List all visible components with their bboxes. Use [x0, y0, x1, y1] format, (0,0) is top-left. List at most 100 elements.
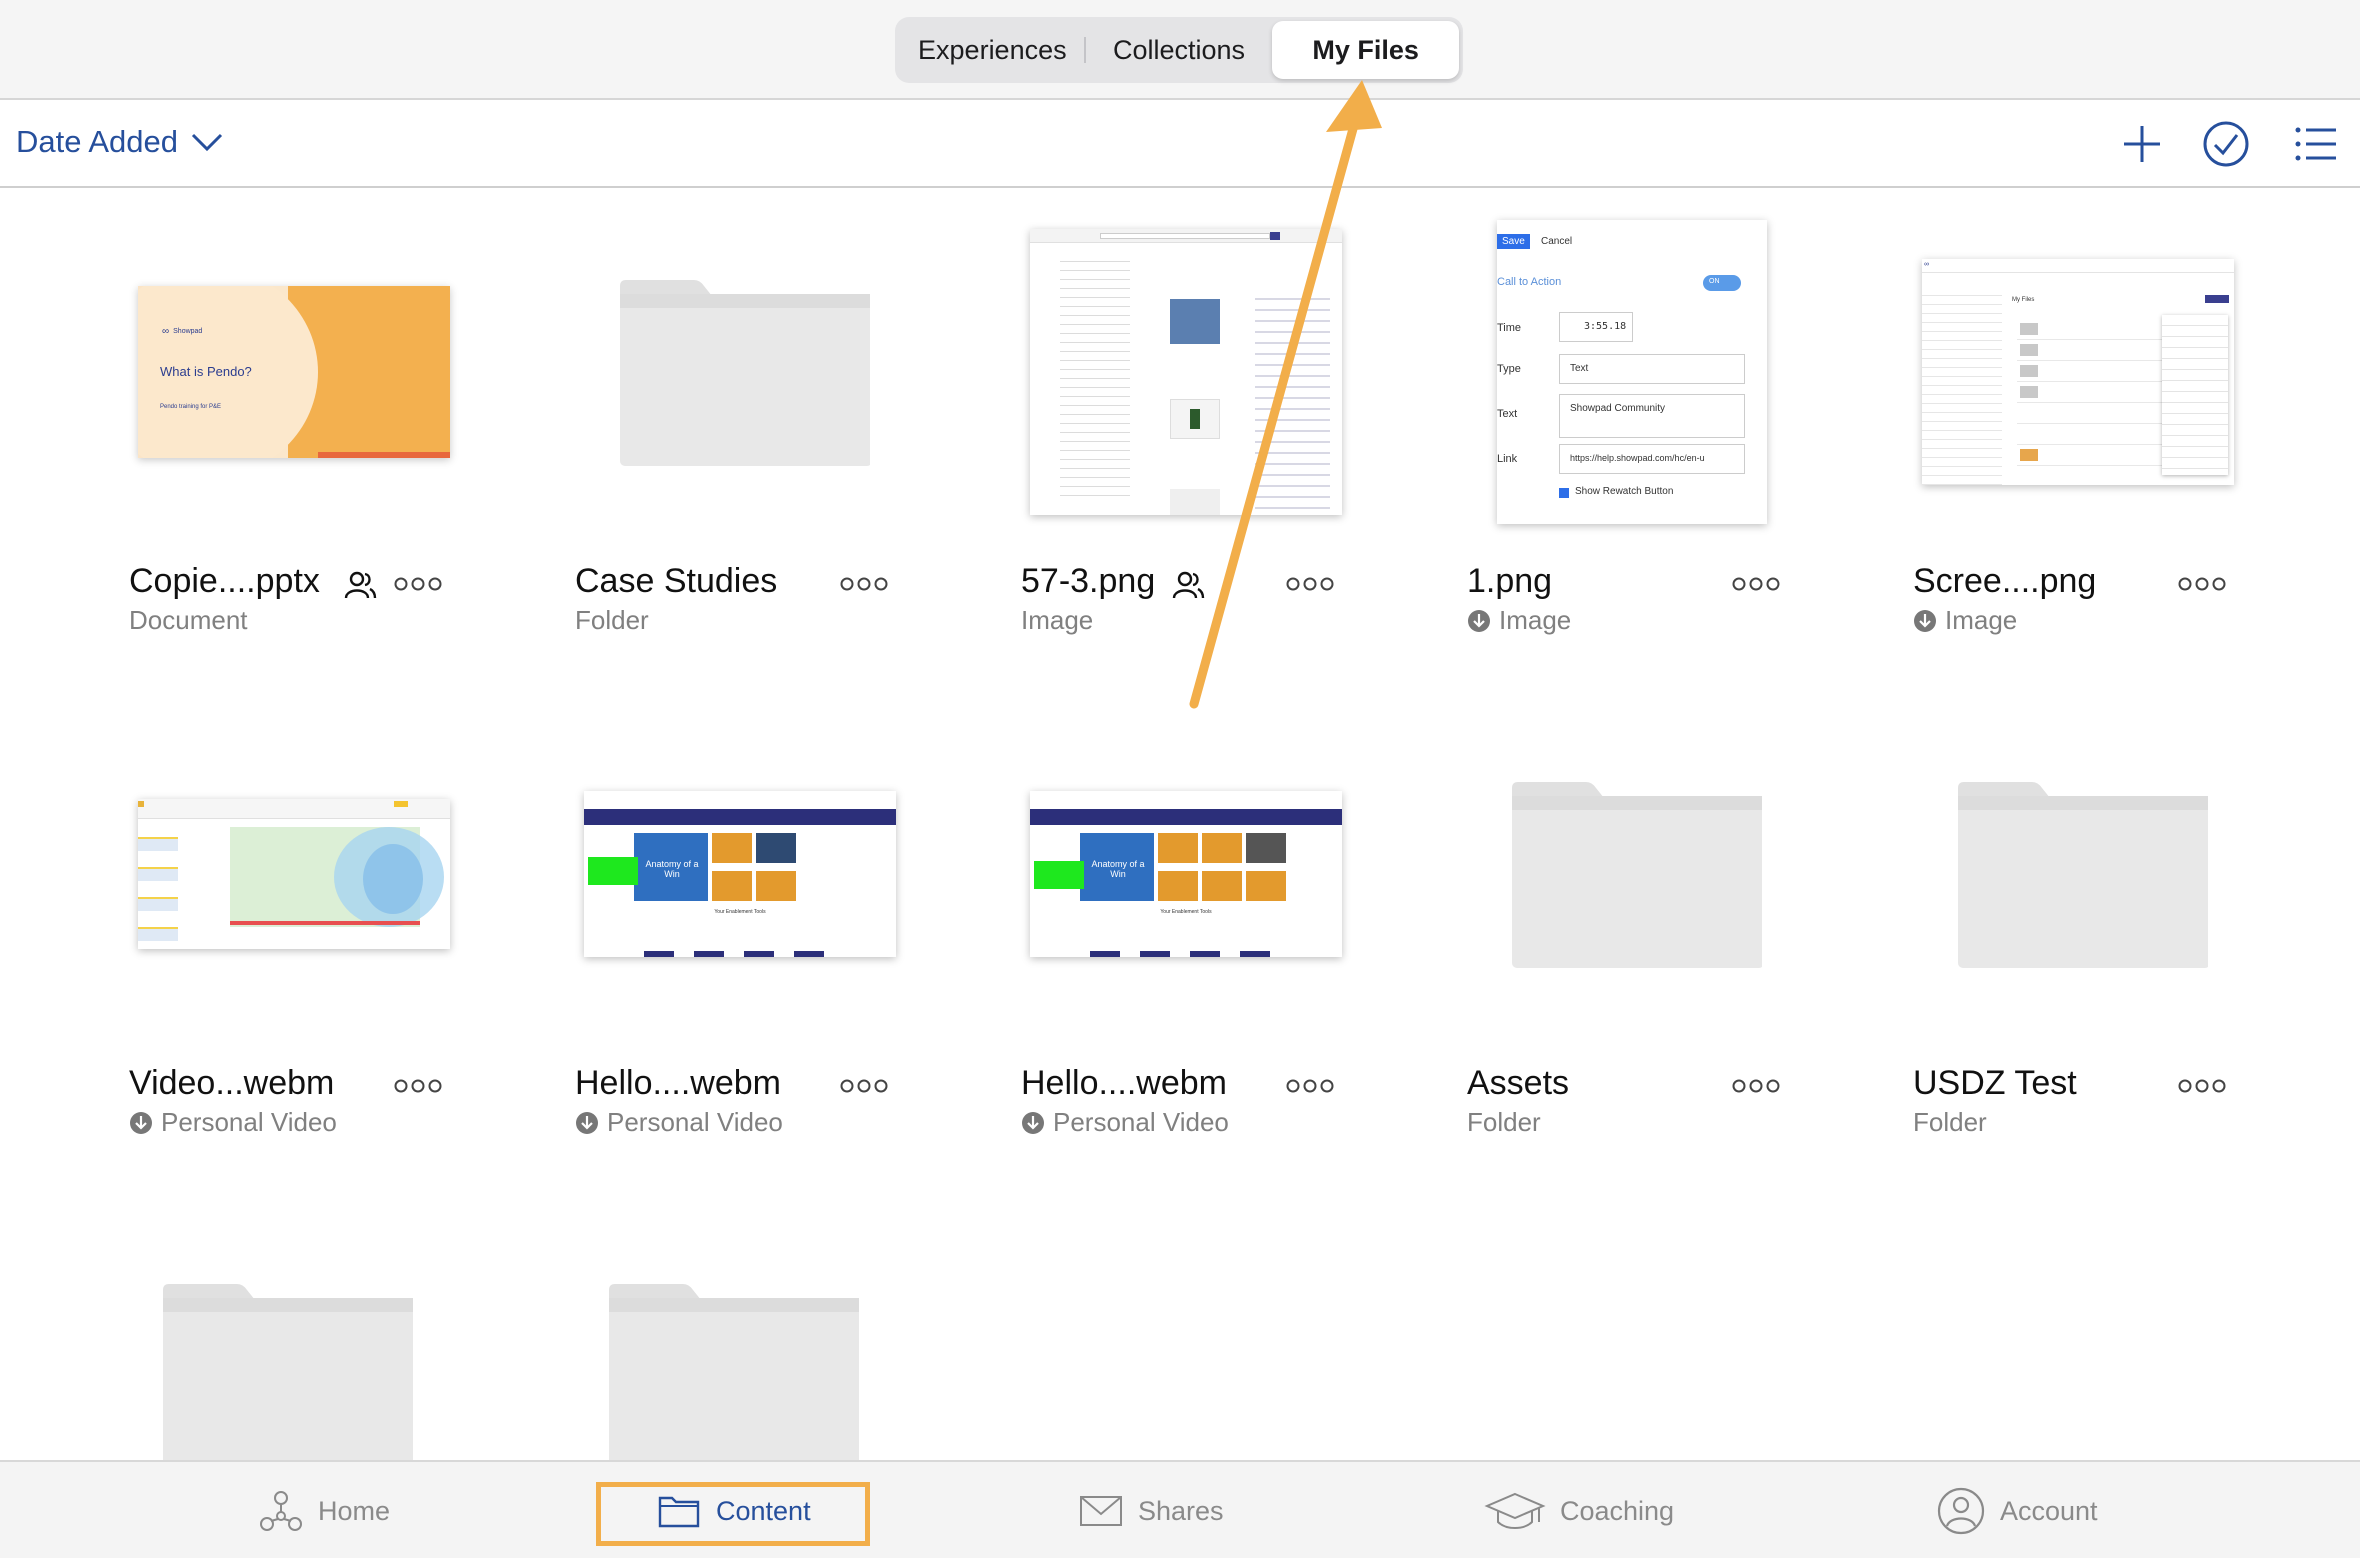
more-options-icon[interactable] [839, 1074, 889, 1098]
downloaded-icon [1914, 609, 1936, 632]
form-link-label: Link [1497, 453, 1518, 465]
file-thumbnail: ∞ Showpad What is Pendo? Pendo training … [129, 222, 459, 522]
form-cta-label: Call to Action [1497, 276, 1562, 288]
file-title: Copie....pptx [129, 562, 320, 600]
more-options-icon[interactable] [393, 572, 443, 596]
downloaded-icon [1022, 1111, 1044, 1134]
tab-collections[interactable]: Collections [1086, 21, 1273, 79]
video-thumb-text: Anatomy of a Win [1091, 859, 1145, 879]
tools-label: Your Enablement Tools [714, 909, 766, 915]
file-thumbnail: ∞ My Files [1913, 222, 2243, 522]
file-card[interactable]: ∞ My Files Scree....png Image [1913, 222, 2243, 662]
form-cancel-label: Cancel [1541, 236, 1573, 247]
file-title: USDZ Test [1913, 1064, 2077, 1102]
myfiles-label: My Files [2012, 297, 2035, 303]
form-rewatch-label: Show Rewatch Button [1575, 486, 1674, 497]
folder-card[interactable]: USDZ Test Folder [1913, 724, 2243, 1164]
file-type-label: Document [129, 605, 248, 635]
folder-card[interactable]: Case Studies Folder [575, 222, 905, 662]
folder-card[interactable] [575, 1266, 905, 1460]
file-title: 57-3.png [1021, 562, 1156, 600]
file-thumbnail: Save Cancel Call to Action ON Time 3:55.… [1467, 220, 1797, 524]
form-type-label: Type [1497, 363, 1521, 375]
sort-dropdown[interactable]: Date Added [16, 124, 224, 160]
form-time-value: 3:55.18 [1559, 312, 1633, 342]
tab-shares[interactable]: Shares [1078, 1462, 1224, 1558]
brand-logo-icon: ∞ [162, 326, 170, 337]
file-card[interactable]: Video...webm Personal Video [129, 724, 459, 1164]
more-options-icon[interactable] [1285, 572, 1335, 596]
form-link-value: https://help.showpad.com/hc/en-u [1559, 444, 1745, 474]
folder-thumbnail [1467, 724, 1797, 1024]
more-options-icon[interactable] [1731, 572, 1781, 596]
more-options-icon[interactable] [393, 1074, 443, 1098]
pptx-brand: Showpad [173, 328, 203, 335]
file-type-label: Image [1499, 605, 1572, 635]
folder-thumbnail [575, 222, 905, 522]
file-type-label: Folder [1913, 1107, 1987, 1137]
tab-coaching-label: Coaching [1560, 1495, 1675, 1526]
file-type-label: Personal Video [607, 1107, 783, 1137]
file-type: Folder [1467, 1107, 1541, 1138]
content-tab-highlight [596, 1482, 870, 1546]
file-card[interactable]: 57-3.png Image [1021, 222, 1351, 662]
video-preview: Anatomy of a Win Your Enablement Tools [584, 791, 896, 957]
tab-my-files[interactable]: My Files [1272, 21, 1460, 79]
list-view-icon[interactable] [2292, 120, 2340, 168]
folder-thumbnail [1913, 724, 2243, 1024]
file-card[interactable]: Anatomy of a Win Your Enablement Tools H… [575, 724, 905, 1164]
file-type: Folder [1913, 1107, 1987, 1138]
file-title: Assets [1467, 1064, 1570, 1102]
file-title: Case Studies [575, 562, 778, 600]
file-type: Image [1913, 605, 2017, 636]
select-check-icon[interactable] [2202, 120, 2250, 168]
account-icon [1937, 1487, 1985, 1535]
envelope-icon [1080, 1496, 1122, 1526]
checkbox-icon [1559, 488, 1569, 498]
screenshot-preview [1030, 229, 1342, 515]
more-options-icon[interactable] [839, 572, 889, 596]
file-title: Hello....webm [1021, 1064, 1227, 1102]
video-preview: Anatomy of a Win Your Enablement Tools [1030, 791, 1342, 957]
more-options-icon[interactable] [2177, 572, 2227, 596]
video-preview [138, 799, 450, 949]
video-thumb-text: Anatomy of a Win [645, 859, 699, 879]
file-type: Image [1021, 605, 1093, 636]
file-card[interactable]: Save Cancel Call to Action ON Time 3:55.… [1467, 220, 1797, 662]
tab-home[interactable]: Home [258, 1462, 390, 1558]
file-type: Personal Video [575, 1107, 783, 1138]
file-type: Personal Video [1021, 1107, 1229, 1138]
form-save-label: Save [1497, 234, 1530, 249]
folder-icon [609, 1284, 859, 1460]
more-options-icon[interactable] [1731, 1074, 1781, 1098]
bottom-tab-bar: Home Content Shares Coaching Account [0, 1460, 2360, 1558]
file-card[interactable]: ∞ Showpad What is Pendo? Pendo training … [129, 222, 459, 662]
form-toggle: ON [1703, 275, 1741, 291]
folder-icon [163, 1284, 413, 1460]
tab-account[interactable]: Account [1936, 1462, 2098, 1558]
file-type-label: Image [1021, 605, 1094, 635]
more-options-icon[interactable] [1285, 1074, 1335, 1098]
file-type: Document [129, 605, 248, 636]
add-icon[interactable] [2118, 120, 2166, 168]
top-bar: Experiences Collections My Files [0, 0, 2360, 100]
pptx-subheading: Pendo training for P&E [160, 404, 222, 410]
tab-experiences[interactable]: Experiences [899, 21, 1086, 79]
tab-home-label: Home [318, 1495, 391, 1526]
file-card[interactable]: Anatomy of a Win Your Enablement Tools H… [1021, 724, 1351, 1164]
file-type-label: Folder [1467, 1107, 1541, 1137]
presentation-preview: ∞ Showpad What is Pendo? Pendo training … [138, 286, 450, 458]
form-time-label: Time [1497, 322, 1522, 334]
folder-card[interactable] [129, 1266, 459, 1460]
toolbar: Date Added [0, 100, 2360, 188]
folder-card[interactable]: Assets Folder [1467, 724, 1797, 1164]
more-options-icon[interactable] [2177, 1074, 2227, 1098]
shared-people-icon [344, 571, 377, 599]
shared-people-icon [1172, 571, 1205, 599]
file-type-label: Image [1945, 605, 2018, 635]
file-title: Video...webm [129, 1064, 335, 1102]
tab-account-label: Account [2000, 1495, 2098, 1526]
tab-coaching[interactable]: Coaching [1484, 1462, 1674, 1558]
folder-icon [1958, 782, 2208, 968]
home-network-icon [260, 1491, 302, 1531]
